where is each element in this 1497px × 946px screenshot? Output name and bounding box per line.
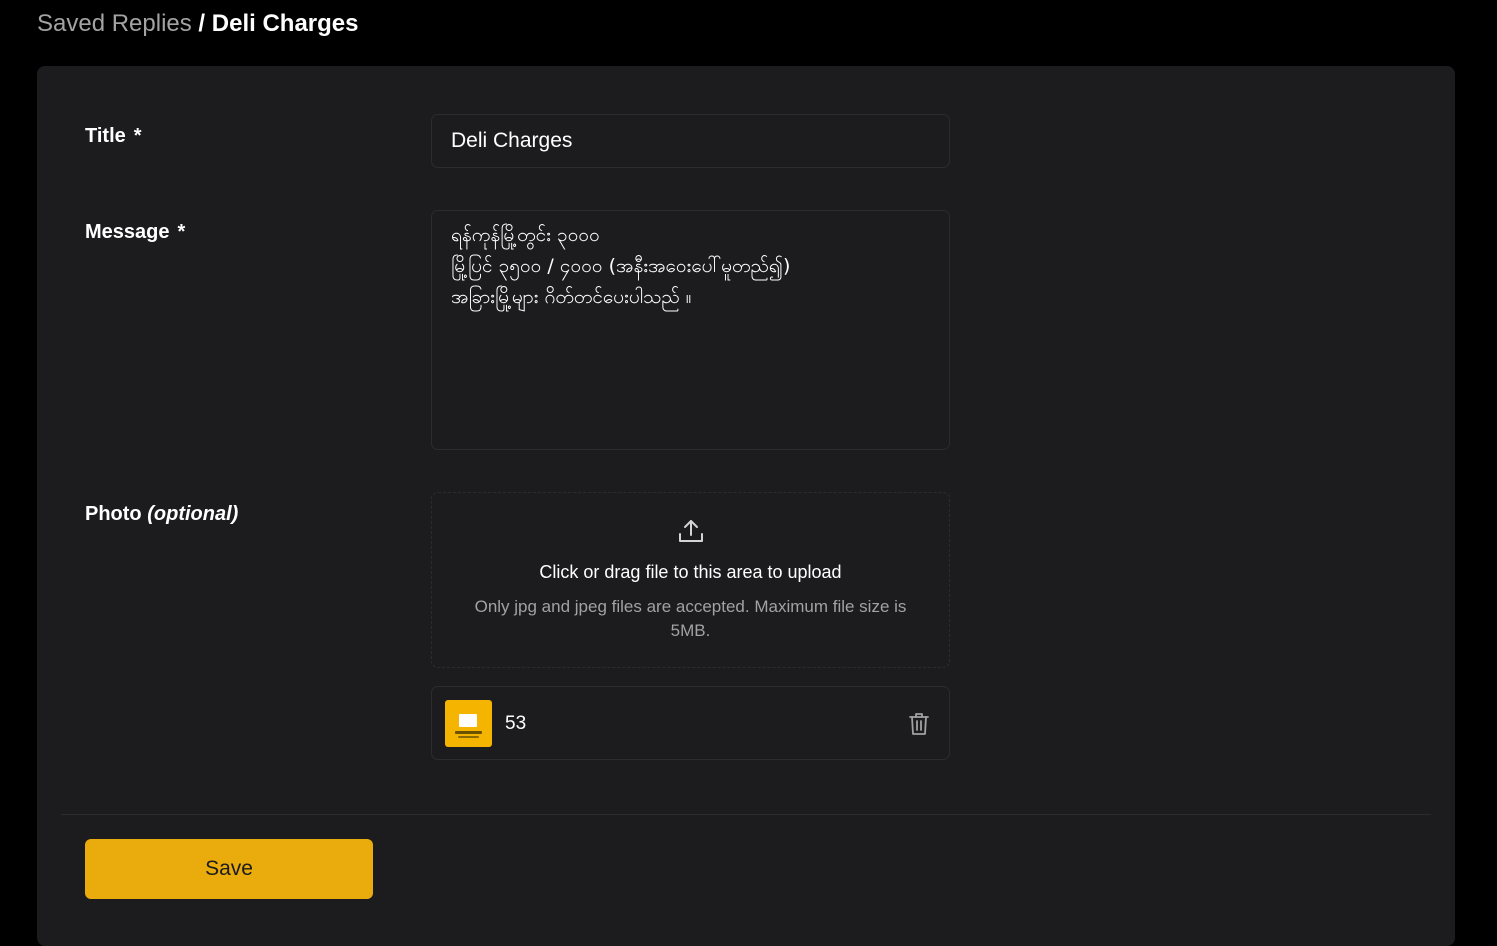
breadcrumb-current-page: Deli Charges: [211, 10, 359, 37]
message-textarea[interactable]: [431, 210, 950, 450]
upload-title: Click or drag file to this area to uploa…: [539, 562, 842, 582]
title-label-text: Title: [85, 125, 126, 147]
message-required-marker: *: [177, 221, 186, 243]
upload-icon: [679, 520, 703, 542]
upload-hint: Only jpg and jpeg files are accepted. Ma…: [474, 597, 907, 640]
title-required-marker: *: [133, 125, 142, 147]
breadcrumb: Saved Replies / Deli Charges: [37, 8, 359, 40]
photo-label: Photo (optional): [85, 500, 238, 528]
breadcrumb-separator: /: [191, 10, 212, 37]
form-divider: [61, 814, 1431, 815]
photo-upload-dropzone[interactable]: Click or drag file to this area to uploa…: [431, 492, 950, 668]
title-input[interactable]: [431, 114, 950, 168]
saved-reply-form-card: Title * Message * Photo (optional) Click o…: [37, 66, 1455, 946]
file-name: 53: [505, 713, 527, 734]
title-label: Title *: [85, 122, 142, 150]
file-thumbnail: [445, 700, 492, 747]
uploaded-file-item: 53: [431, 686, 950, 760]
breadcrumb-saved-replies-link[interactable]: Saved Replies: [37, 10, 192, 37]
trash-icon[interactable]: [907, 711, 931, 737]
photo-label-text: Photo: [85, 503, 142, 525]
photo-optional-text: (optional): [147, 503, 239, 525]
message-label: Message *: [85, 218, 185, 246]
save-button[interactable]: Save: [85, 839, 373, 899]
message-label-text: Message: [85, 221, 170, 243]
